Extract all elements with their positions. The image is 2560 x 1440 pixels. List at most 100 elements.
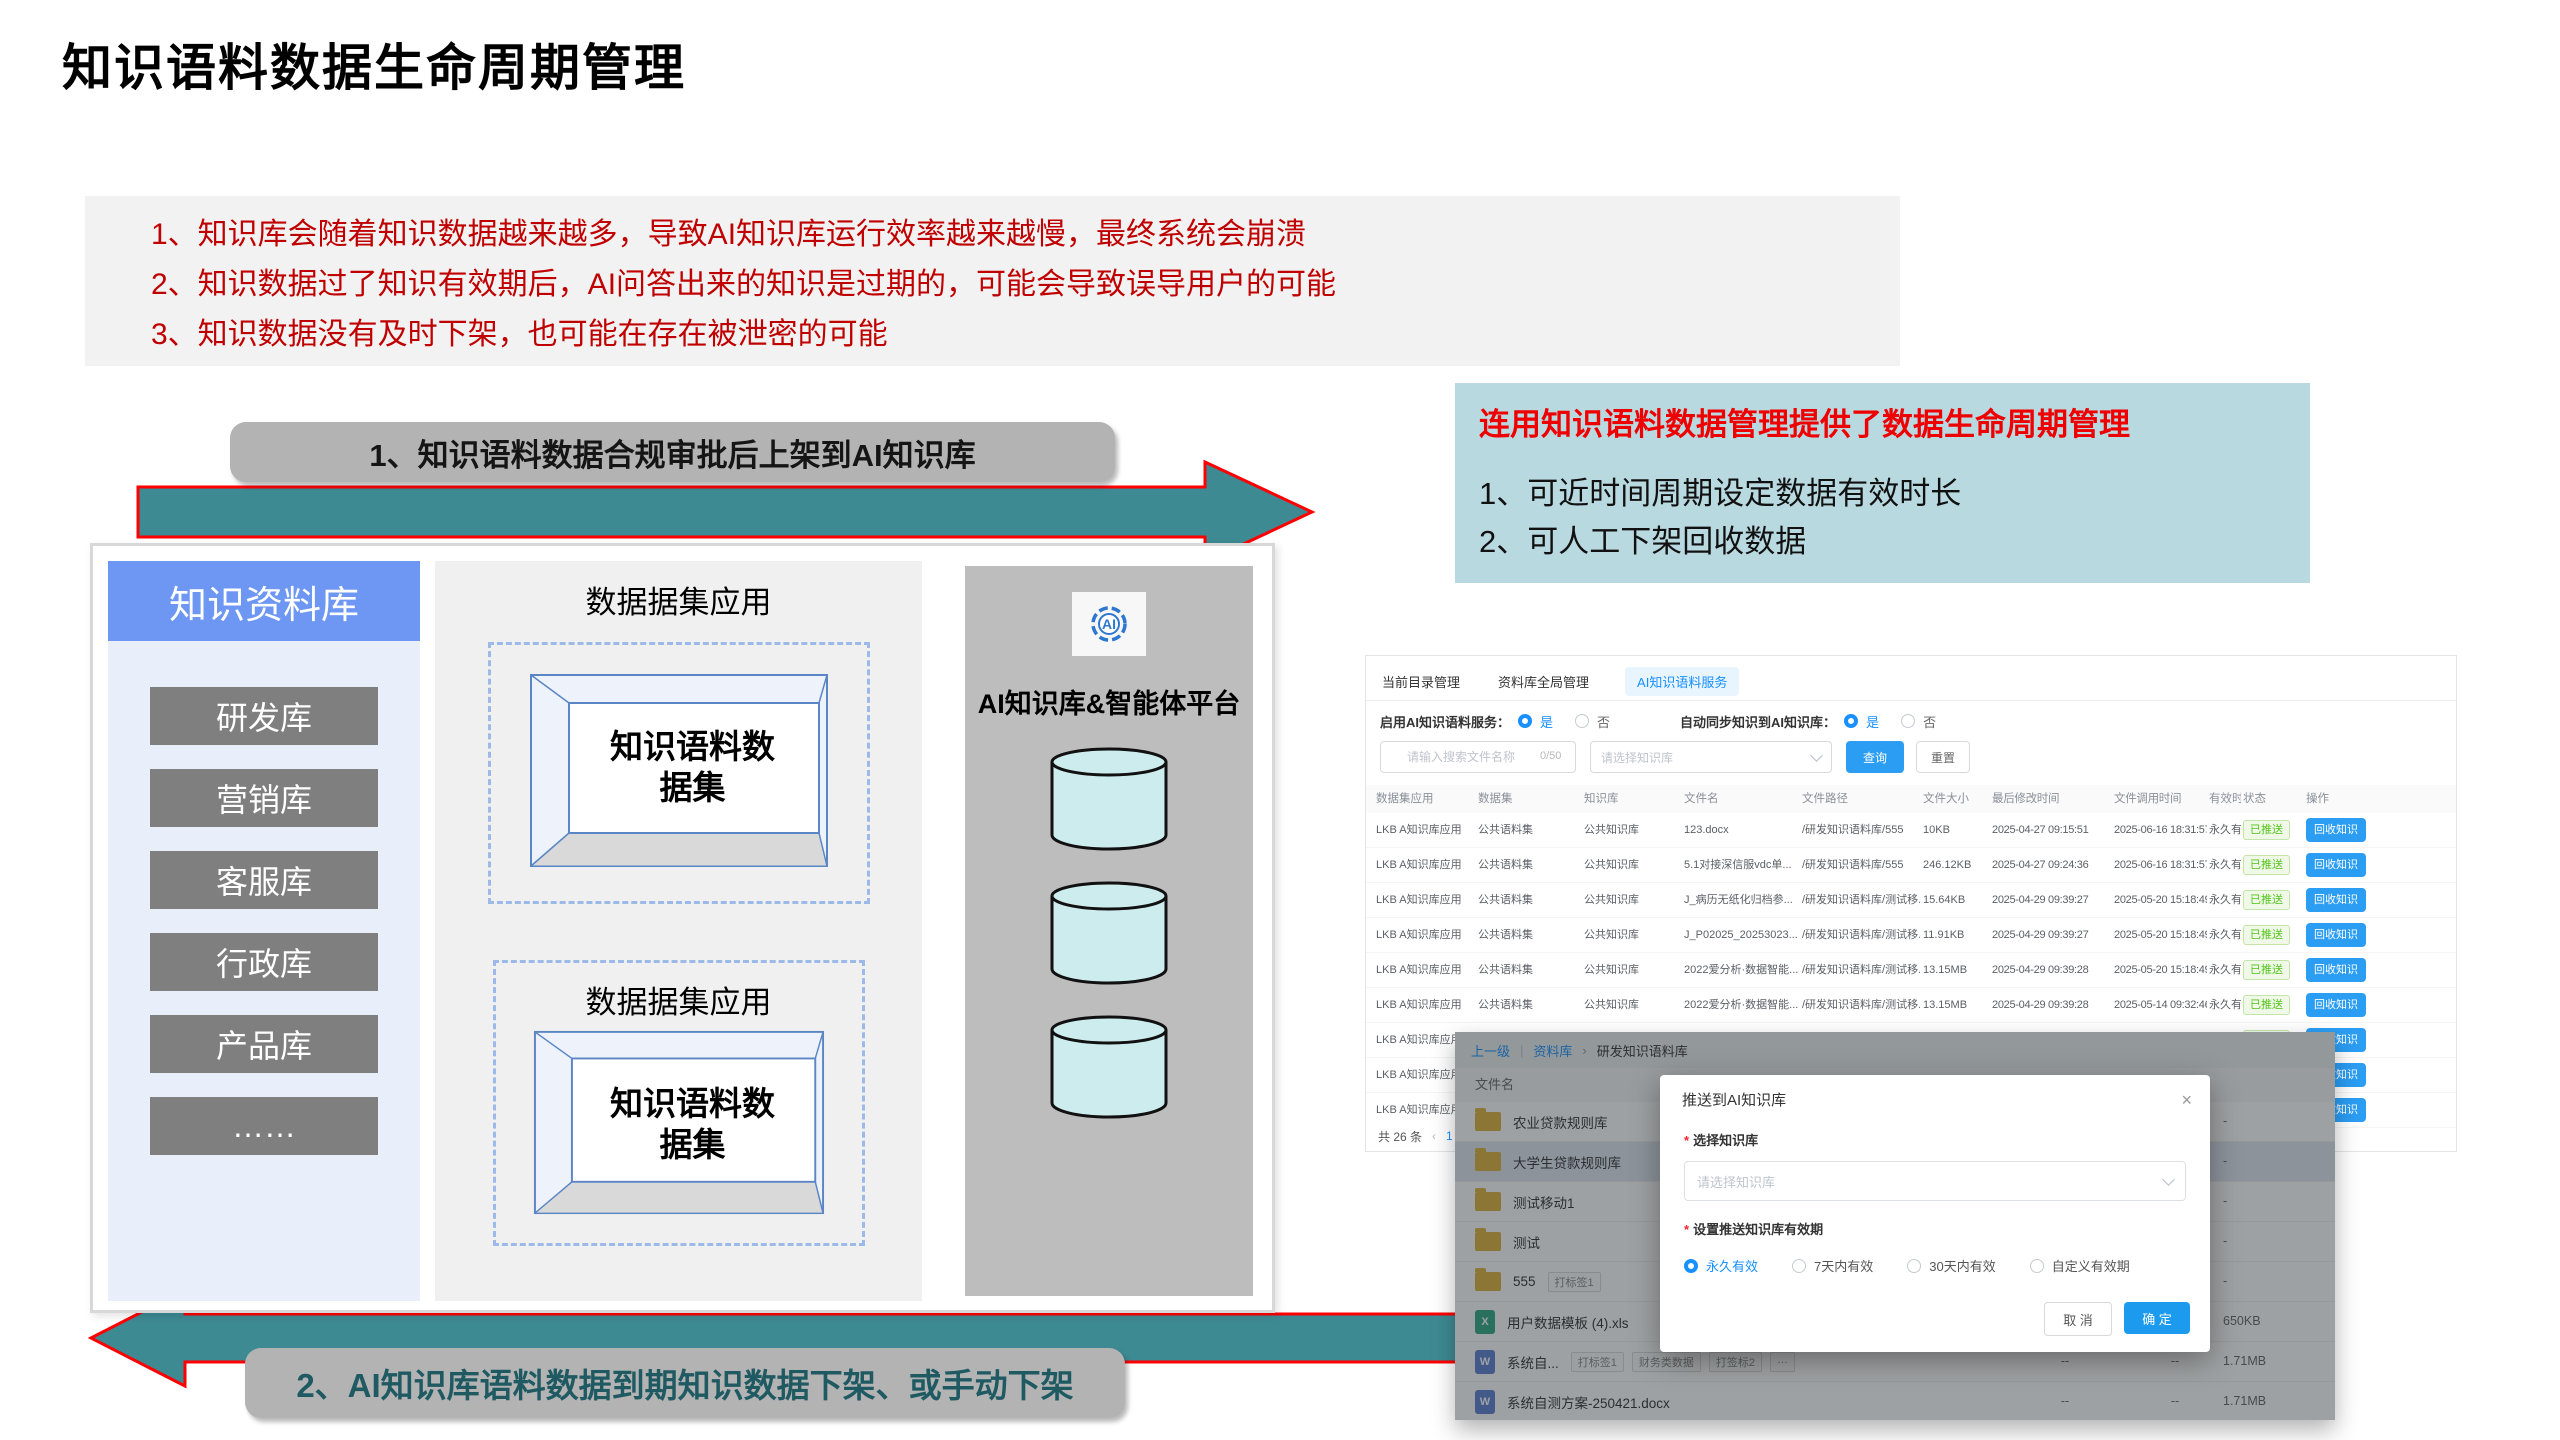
cell-filename: J_P02025_20253023... <box>1684 918 1798 952</box>
cell-dataset: 公共语料集 <box>1478 848 1580 882</box>
cell-dataset: 公共语料集 <box>1478 988 1580 1022</box>
cell-called: 2025-06-16 18:31:57 <box>2114 813 2207 847</box>
radio-sync-yes-label[interactable]: 是 <box>1866 712 1879 731</box>
table-row: LKB A知识库应用 公共语料集 公共知识库 5.1对接深信服vdc单... /… <box>1366 848 2456 883</box>
cell-filepath: /研发知识语料库/555 <box>1802 848 1920 882</box>
cell-filename: J_病历无纸化归档参... <box>1684 883 1798 917</box>
recycle-knowledge-button[interactable]: 回收知识 <box>2306 888 2366 912</box>
cancel-button[interactable]: 取 消 <box>2044 1302 2112 1336</box>
cell-kb: 公共知识库 <box>1584 918 1682 952</box>
validity-options: 永久有效 7天内有效 30天内有效 <box>1684 1256 2186 1275</box>
kb-select-label: *选择知识库 <box>1684 1130 2186 1149</box>
cell-called: 2025-05-20 15:18:49 <box>2114 953 2207 987</box>
validity-option[interactable]: 7天内有效 <box>1792 1256 1873 1275</box>
validity-option[interactable]: 30天内有效 <box>1907 1256 1995 1275</box>
recycle-knowledge-button[interactable]: 回收知识 <box>2306 923 2366 947</box>
reset-button[interactable]: 重置 <box>1916 741 1970 773</box>
col-action: 操作 <box>2306 785 2400 813</box>
cell-filepath: /研发知识语料库/测试移... <box>1802 883 1920 917</box>
col-validity: 有效时 <box>2209 785 2241 813</box>
cell-dataset: 公共语料集 <box>1478 883 1580 917</box>
chevron-down-icon <box>2162 1173 2175 1186</box>
table-row: LKB A知识库应用 公共语料集 公共知识库 J_病历无纸化归档参... /研发… <box>1366 883 2456 918</box>
repo-panel-title: 知识资料库 <box>108 561 420 641</box>
col-filename: 文件名 <box>1684 785 1798 813</box>
radio-sync-yes[interactable] <box>1844 714 1858 728</box>
cell-kb: 公共知识库 <box>1584 813 1682 847</box>
tab-ai-corpus-service[interactable]: AI知识语料服务 <box>1625 667 1739 696</box>
radio-enable-no[interactable] <box>1575 714 1589 728</box>
corpus-dataset-box-1: 知识语料数据集 <box>529 673 829 868</box>
table-row: LKB A知识库应用 公共语料集 公共知识库 123.docx /研发知识语料库… <box>1366 813 2456 848</box>
confirm-button[interactable]: 确 定 <box>2124 1302 2190 1334</box>
validity-option[interactable]: 自定义有效期 <box>2030 1256 2130 1275</box>
validity-option-label: 永久有效 <box>1706 1256 1758 1275</box>
pagination-prev[interactable]: ‹ <box>1432 1129 1436 1143</box>
recycle-knowledge-button[interactable]: 回收知识 <box>2306 853 2366 877</box>
cell-kb: 公共知识库 <box>1584 953 1682 987</box>
cell-called: 2025-05-14 09:32:46 <box>2114 988 2207 1022</box>
tab-current-directory[interactable]: 当前目录管理 <box>1380 667 1462 696</box>
cell-filepath: /研发知识语料库/测试移... <box>1802 988 1920 1022</box>
validity-label: *设置推送知识库有效期 <box>1684 1219 2186 1238</box>
pagination-page-1[interactable]: 1 <box>1446 1129 1453 1143</box>
status-badge: 已推送 <box>2243 855 2290 875</box>
radio-sync-no-label[interactable]: 否 <box>1923 712 1936 731</box>
close-icon[interactable]: × <box>2181 1091 2192 1109</box>
file-manager-screen: 上一级 | 资料库 › 研发知识语料库 文件名 推送知识 状态 大小 农业贷款规… <box>1455 1032 2335 1420</box>
cell-filesize: 15.64KB <box>1923 883 1989 917</box>
database-cylinder-icon <box>1048 1013 1170 1119</box>
cell-modified: 2025-04-29 09:39:27 <box>1992 883 2112 917</box>
radio-sync-no[interactable] <box>1901 714 1915 728</box>
validity-option-label: 7天内有效 <box>1814 1256 1873 1275</box>
radio-icon[interactable] <box>1684 1259 1698 1273</box>
table-row: LKB A知识库应用 公共语料集 公共知识库 2022爱分析·数据智能... /… <box>1366 953 2456 988</box>
search-counter: 0/50 <box>1540 750 1561 762</box>
cell-dataset: 公共语料集 <box>1478 953 1580 987</box>
kb-select[interactable]: 请选择知识库 <box>1684 1161 2186 1201</box>
col-called: 文件调用时间 <box>2114 785 2207 813</box>
repo-item: 客服库 <box>150 851 378 909</box>
pagination: 共 26 条 ‹ 1 <box>1366 1123 1469 1151</box>
toggle-enable-label: 启用AI知识语料服务： <box>1380 712 1510 731</box>
radio-icon[interactable] <box>2030 1259 2044 1273</box>
tab-bar: 当前目录管理 资料库全局管理 AI知识语料服务 <box>1366 656 2456 696</box>
cell-validity: 永久有 <box>2209 813 2241 847</box>
flow-step-1-label: 1、知识语料数据合规审批后上架到AI知识库 <box>369 430 975 475</box>
cell-kb: 公共知识库 <box>1584 848 1682 882</box>
radio-enable-no-label[interactable]: 否 <box>1597 712 1610 731</box>
cell-app: LKB A知识库应用 <box>1376 918 1476 952</box>
cell-filesize: 13.15MB <box>1923 953 1989 987</box>
repo-item: …… <box>150 1097 378 1155</box>
recycle-knowledge-button[interactable]: 回收知识 <box>2306 958 2366 982</box>
col-dataset: 数据集 <box>1478 785 1580 813</box>
status-badge: 已推送 <box>2243 820 2290 840</box>
page-title: 知识语料数据生命周期管理 <box>62 28 686 100</box>
corpus-dataset-label-1: 知识语料数据集 <box>604 726 782 809</box>
cell-validity: 永久有 <box>2209 988 2241 1022</box>
query-button[interactable]: 查询 <box>1846 741 1904 773</box>
cell-called: 2025-05-20 15:18:49 <box>2114 883 2207 917</box>
cell-modified: 2025-04-27 09:24:36 <box>1992 848 2112 882</box>
col-kb: 知识库 <box>1584 785 1682 813</box>
cell-filename: 5.1对接深信服vdc单... <box>1684 848 1798 882</box>
tab-divider <box>1366 700 2456 701</box>
problem-line: 3、知识数据没有及时下架，也可能在存在被泄密的可能 <box>151 310 1880 360</box>
kb-filter-select[interactable]: 请选择知识库 <box>1590 741 1832 773</box>
recycle-knowledge-button[interactable]: 回收知识 <box>2306 818 2366 842</box>
validity-option[interactable]: 永久有效 <box>1684 1256 1758 1275</box>
radio-icon[interactable] <box>1907 1259 1921 1273</box>
table-header: 数据集应用 数据集 知识库 文件名 文件路径 文件大小 最后修改时间 文件调用时… <box>1366 785 2456 813</box>
cell-called: 2025-06-16 18:31:57 <box>2114 848 2207 882</box>
dataset-group-1: 知识语料数据集 <box>488 642 870 904</box>
problem-line: 2、知识数据过了知识有效期后，AI问答出来的知识是过期的，可能会导致误导用户的可… <box>151 260 1880 310</box>
cell-modified: 2025-04-29 09:39:27 <box>1992 918 2112 952</box>
tab-repo-global[interactable]: 资料库全局管理 <box>1496 667 1591 696</box>
cell-dataset: 公共语料集 <box>1478 813 1580 847</box>
radio-enable-yes[interactable] <box>1518 714 1532 728</box>
cell-app: LKB A知识库应用 <box>1376 953 1476 987</box>
radio-enable-yes-label[interactable]: 是 <box>1540 712 1553 731</box>
search-bar: 0/50 请选择知识库 查询 重置 <box>1380 741 2456 773</box>
radio-icon[interactable] <box>1792 1259 1806 1273</box>
recycle-knowledge-button[interactable]: 回收知识 <box>2306 993 2366 1017</box>
